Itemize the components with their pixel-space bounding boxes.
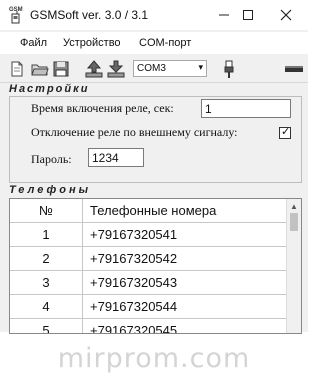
com-port-select[interactable]: COM3 ▾ xyxy=(133,60,207,77)
new-file-icon[interactable] xyxy=(8,60,26,78)
row-number: 4 xyxy=(10,295,83,318)
scrollbar-thumb[interactable] xyxy=(290,213,298,231)
table-row[interactable]: 1 +79167320541 xyxy=(10,223,286,247)
table-row[interactable]: 5 +79167320545 xyxy=(10,319,286,333)
settings-panel: Время включения реле, сек: 1 Отключение … xyxy=(9,96,302,183)
phone-number-cell[interactable]: +79167320542 xyxy=(82,247,286,270)
table-row[interactable]: 3 +79167320543 xyxy=(10,271,286,295)
phone-number-cell[interactable]: +79167320544 xyxy=(82,295,286,318)
row-number: 1 xyxy=(10,223,83,246)
watermark-text: mirprom.com xyxy=(57,343,251,374)
phone-number-cell[interactable]: +79167320543 xyxy=(82,271,286,294)
menu-file[interactable]: Файл xyxy=(20,37,47,49)
table-header-row: № Телефонные номера xyxy=(10,199,286,223)
open-folder-icon[interactable] xyxy=(31,60,49,78)
save-disk-icon[interactable] xyxy=(52,60,70,78)
com-port-value: COM3 xyxy=(137,63,166,74)
chevron-down-icon: ▾ xyxy=(198,62,203,72)
upload-to-device-icon[interactable] xyxy=(85,60,103,78)
phone-number-cell[interactable]: +79167320541 xyxy=(82,223,286,246)
relay-time-label: Время включения реле, сек: xyxy=(31,101,174,115)
menu-com-port[interactable]: COM-порт xyxy=(139,37,191,49)
column-header-number[interactable]: № xyxy=(10,199,83,222)
password-input[interactable]: 1234 xyxy=(88,148,144,167)
external-signal-checkbox[interactable]: ✓ xyxy=(279,126,291,139)
menu-bar: Файл Устройство COM-порт xyxy=(0,32,308,54)
gsm-app-icon: GSM xyxy=(9,7,25,24)
vertical-scrollbar[interactable]: ▲ xyxy=(286,199,301,333)
download-from-device-icon[interactable] xyxy=(107,60,125,78)
minimize-button[interactable] xyxy=(212,4,236,26)
row-number: 5 xyxy=(10,319,83,333)
relay-time-input[interactable]: 1 xyxy=(201,99,291,118)
phones-table: № Телефонные номера 1 +79167320541 2 +79… xyxy=(9,198,302,334)
scroll-up-icon[interactable]: ▲ xyxy=(290,202,298,211)
app-window: GSM GSMSoft ver. 3.0 / 3.1 Файл Устройст… xyxy=(0,0,308,334)
title-bar: GSM GSMSoft ver. 3.0 / 3.1 xyxy=(0,0,308,30)
password-label: Пароль: xyxy=(31,152,72,166)
column-header-phones[interactable]: Телефонные номера xyxy=(82,199,286,222)
usb-plug-icon[interactable] xyxy=(220,60,238,78)
maximize-button[interactable] xyxy=(236,4,260,26)
table-row[interactable]: 2 +79167320542 xyxy=(10,247,286,271)
menu-device[interactable]: Устройство xyxy=(63,37,121,49)
settings-title: Настройки xyxy=(9,83,90,95)
phones-title: Телефоны xyxy=(9,184,91,196)
row-number: 2 xyxy=(10,247,83,270)
row-number: 3 xyxy=(10,271,83,294)
connection-bar-icon[interactable] xyxy=(285,60,303,78)
checkmark-icon: ✓ xyxy=(281,126,291,138)
external-signal-label: Отключение реле по внешнему сигналу: xyxy=(31,125,238,139)
table-row[interactable]: 4 +79167320544 xyxy=(10,295,286,319)
window-title: GSMSoft ver. 3.0 / 3.1 xyxy=(30,8,149,22)
close-button[interactable] xyxy=(274,4,298,26)
phone-number-cell[interactable]: +79167320545 xyxy=(82,319,286,333)
